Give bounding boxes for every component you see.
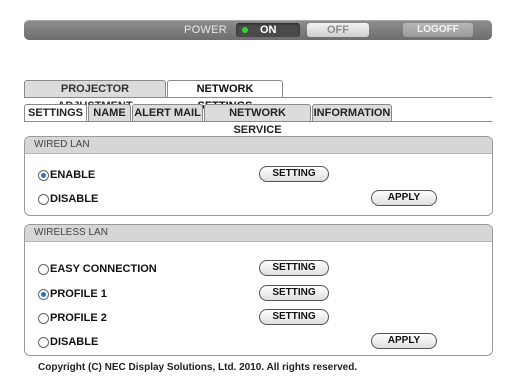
wireless-profile2-setting-button[interactable]: SETTING — [259, 309, 329, 325]
tab-projector-adjustment[interactable]: PROJECTOR ADJUSTMENT — [24, 80, 166, 112]
wireless-lan-title: WIRELESS LAN — [25, 225, 492, 242]
sub-tab-divider — [24, 121, 492, 122]
wired-apply-button[interactable]: APPLY — [371, 190, 437, 206]
wireless-profile1-label: PROFILE 1 — [50, 288, 107, 300]
wireless-easy-connection-radio[interactable] — [38, 264, 49, 275]
subtab-information[interactable]: INFORMATION — [312, 104, 392, 122]
wireless-profile1-radio[interactable] — [38, 289, 49, 300]
power-label: POWER — [184, 24, 228, 36]
wired-disable-label: DISABLE — [50, 193, 99, 205]
main-tab-divider — [24, 97, 492, 98]
wired-enable-label: ENABLE — [50, 169, 96, 181]
subtab-settings[interactable]: SETTINGS — [24, 104, 87, 122]
subtab-network-service[interactable]: NETWORK SERVICE — [204, 104, 311, 136]
wireless-disable-label: DISABLE — [50, 336, 99, 348]
wired-lan-title: WIRED LAN — [25, 137, 492, 154]
power-indicator-icon — [242, 27, 248, 33]
wireless-profile1-setting-button[interactable]: SETTING — [259, 285, 329, 301]
wireless-profile2-label: PROFILE 2 — [50, 312, 107, 324]
subtab-name[interactable]: NAME — [88, 104, 131, 122]
wireless-easy-connection-label: EASY CONNECTION — [50, 263, 157, 275]
power-on-button[interactable]: ON — [236, 23, 300, 37]
wireless-easy-connection-setting-button[interactable]: SETTING — [259, 260, 329, 276]
wired-disable-radio[interactable] — [38, 194, 49, 205]
copyright-text: Copyright (C) NEC Display Solutions, Ltd… — [38, 362, 358, 373]
tab-network-settings[interactable]: NETWORK SETTINGS — [167, 80, 283, 112]
logoff-button[interactable]: LOGOFF — [403, 23, 473, 37]
wired-setting-button[interactable]: SETTING — [259, 166, 329, 182]
power-on-label: ON — [260, 24, 277, 36]
power-off-button[interactable]: OFF — [307, 23, 369, 37]
wired-enable-radio[interactable] — [38, 170, 49, 181]
wireless-disable-radio[interactable] — [38, 337, 49, 348]
wireless-apply-button[interactable]: APPLY — [371, 333, 437, 349]
wireless-profile2-radio[interactable] — [38, 313, 49, 324]
subtab-alert-mail[interactable]: ALERT MAIL — [132, 104, 203, 122]
